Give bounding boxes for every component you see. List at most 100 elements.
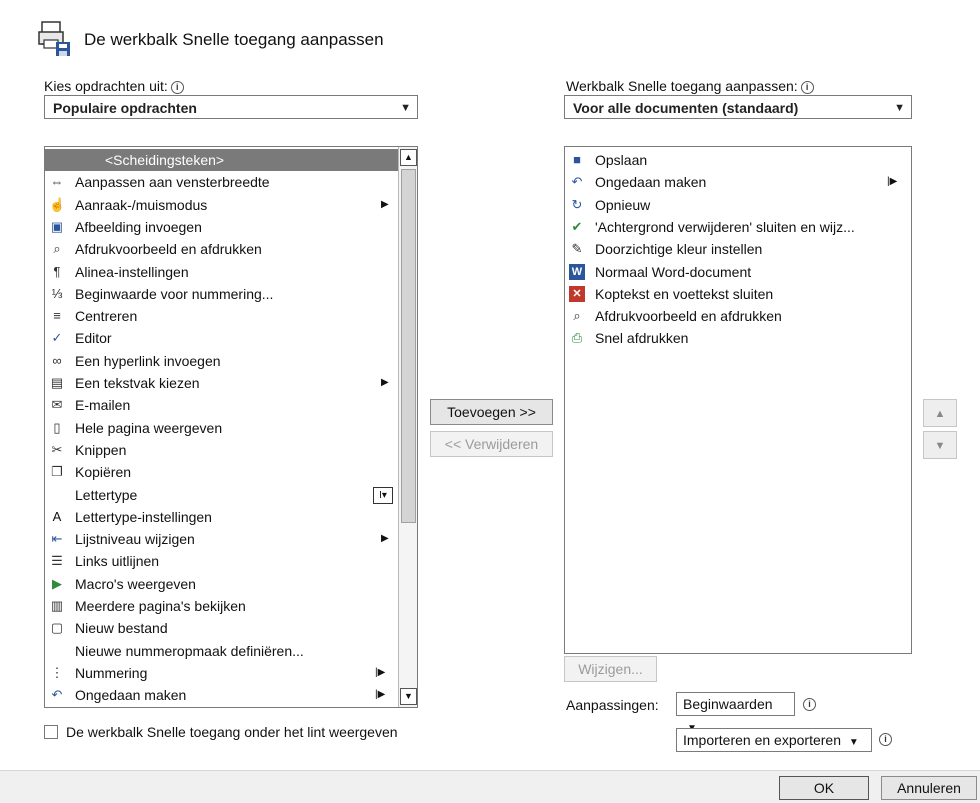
list-item[interactable]: ⎙ Snel afdrukken [565,327,911,349]
hyperlink-icon: ∞ [52,352,62,368]
import-export-label: Importeren en exporteren [683,732,841,748]
info-icon[interactable]: i [170,81,184,94]
insert-image-icon: ▣ [50,218,64,234]
commands-list[interactable]: <Scheidingsteken> ⇔ Aanpassen aan vensterb… [44,146,418,708]
list-item-label: E-mailen [75,397,131,414]
customize-toolbar-label: Werkbalk Snelle toegang aanpassen: i [566,78,814,94]
list-item[interactable]: ✎ Doorzichtige kleur instellen [565,238,911,260]
list-item[interactable]: ✔ 'Achtergrond verwijderen' sluiten en wi… [565,216,911,238]
list-item[interactable]: ▥ Meerdere pagina's bekijken [45,595,399,617]
scroll-up-button[interactable]: ▲ [400,149,417,166]
list-item[interactable]: ✕ Koptekst en voettekst sluiten [565,283,911,305]
scroll-thumb[interactable] [401,169,416,523]
email-icon: ✉ [51,397,63,413]
save-icon: ■ [573,152,581,167]
list-item-label: Lettertype [75,486,138,503]
list-item[interactable]: Lettertype I▾ [45,484,399,506]
list-item[interactable]: ¶ Alinea-instellingen [45,261,399,283]
info-icon[interactable]: i [879,733,892,746]
list-item[interactable]: W Normaal Word-document [565,261,911,283]
add-button[interactable]: Toevoegen >> [430,399,553,425]
choose-commands-label: Kies opdrachten uit: i [44,78,184,94]
list-item-label: Nummering [75,664,148,681]
list-item[interactable]: ⌕ Afdrukvoorbeeld en afdrukken [45,238,399,260]
show-below-ribbon-checkbox[interactable] [44,725,58,739]
list-item[interactable]: ✉ E-mailen [45,394,399,416]
toolbar-commands-list[interactable]: ■ Opslaan ↶ Ongedaan maken |▶ ↻ Opnieuw ✔ 'Achte… [564,146,912,654]
paragraph-icon: ¶ [53,263,61,279]
dialog-title: De werkbalk Snelle toegang aanpassen [84,30,384,49]
import-export-dropdown-button[interactable]: Importeren en exporteren ▼ [676,728,872,752]
list-item-label: Centreren [75,308,138,325]
align-left-icon: ☰ [51,553,63,569]
list-item[interactable]: ▤ Een tekstvak kiezen ▶ [45,372,399,394]
list-item[interactable]: ⇔ Aanpassen aan vensterbreedte [45,171,399,193]
list-item-label: Opnieuw [595,196,651,213]
list-item[interactable]: ▣ Afbeelding invoegen [45,216,399,238]
list-item[interactable]: ⌕ Afdrukvoorbeeld en afdrukken [565,305,911,327]
list-item[interactable]: ⅓ Beginwaarde voor nummering... [45,283,399,305]
list-item[interactable]: ❐ Kopiëren [45,461,399,483]
list-item-label: Aanpassen aan vensterbreedte [75,174,270,191]
new-file-icon: ▢ [50,620,64,636]
scroll-down-button[interactable]: ▼ [400,688,417,705]
modify-button[interactable]: Wijzigen... [564,656,657,682]
list-item[interactable]: ⇤ Lijstniveau wijzigen ▶ [45,528,399,550]
center-align-icon: ≡ [53,308,61,324]
quick-print-icon: ⎙ [571,330,583,346]
remove-button[interactable]: << Verwijderen [430,431,553,457]
list-item[interactable]: ✓ Editor [45,327,399,349]
list-item-label: Hele pagina weergeven [75,419,223,436]
info-icon[interactable]: i [800,81,814,94]
move-down-button[interactable]: ▼ [923,431,957,459]
ok-button[interactable]: OK [779,776,869,800]
list-item[interactable]: ■ Opslaan [565,149,911,171]
list-item[interactable]: ▯ Hele pagina weergeven [45,417,399,439]
split-arrow-icon: |▶ [887,176,898,188]
numbering-value-icon: ⅓ [51,285,63,301]
list-item[interactable]: ≡ Centreren [45,305,399,327]
scissors-icon: ✂ [51,441,63,457]
list-item-label: Aanraak-/muismodus [75,196,208,213]
list-item-label: Afdrukvoorbeeld en afdrukken [75,241,262,258]
list-item[interactable]: ↶ Ongedaan maken |▶ [45,684,399,706]
cancel-button[interactable]: Annuleren [881,776,977,800]
list-item-label: Meerdere pagina's bekijken [75,598,246,614]
reset-dropdown-button[interactable]: Beginwaarden ▼ [676,692,795,734]
list-item-label: 'Achtergrond verwijderen' sluiten en wij… [595,218,855,235]
list-item[interactable]: ↶ Ongedaan maken |▶ [565,171,911,193]
list-item[interactable]: A Lettertype-instellingen [45,506,399,528]
list-item[interactable]: Nieuwe nummeropmaak definiëren... [45,640,399,662]
list-item-label: Doorzichtige kleur instellen [595,241,763,258]
list-item-label: Beginwaarde voor nummering... [75,285,274,302]
list-item-label: Lijstniveau wijzigen [75,531,195,548]
chevron-down-icon: ▼ [400,102,411,114]
list-item-label: Kopiëren [75,464,132,481]
list-item-label: Koptekst en voettekst sluiten [595,285,774,302]
close-header-footer-icon: ✕ [569,285,585,302]
customize-toolbar-text: Werkbalk Snelle toegang aanpassen: [566,78,798,94]
list-item-label: Ongedaan maken [75,687,187,704]
choose-commands-dropdown[interactable]: Populaire opdrachten ▼ [44,95,418,119]
word-icon: W [569,263,585,280]
list-item[interactable]: ⋮ Nummering |▶ [45,662,399,684]
list-item[interactable]: ▢ Nieuw bestand [45,617,399,639]
list-item[interactable]: ∞ Een hyperlink invoegen [45,350,399,372]
list-item[interactable]: ☝ Aanraak-/muismodus ▶ [45,194,399,216]
list-item[interactable]: ↻ Opnieuw [565,194,911,216]
move-up-button[interactable]: ▲ [923,399,957,427]
transparent-color-icon: ✎ [571,241,583,257]
fit-width-icon: ⇔ [50,174,64,190]
list-item-label: Een hyperlink invoegen [75,352,221,369]
document-scope-dropdown[interactable]: Voor alle documenten (standaard) ▼ [564,95,912,119]
info-icon[interactable]: i [803,698,816,711]
list-item[interactable]: ✂ Knippen [45,439,399,461]
commands-scrollbar[interactable]: ▲ ▼ [398,147,417,707]
list-item[interactable]: ☰ Links uitlijnen [45,550,399,572]
play-macro-icon: ▶ [52,575,62,591]
choose-commands-value: Populaire opdrachten [53,100,197,116]
list-item-label: Een tekstvak kiezen [75,375,200,391]
show-below-ribbon-label[interactable]: De werkbalk Snelle toegang onder het lin… [66,724,398,740]
list-item-selected[interactable]: <Scheidingsteken> [45,149,399,171]
list-item[interactable]: ▶ Macro's weergeven [45,573,399,595]
